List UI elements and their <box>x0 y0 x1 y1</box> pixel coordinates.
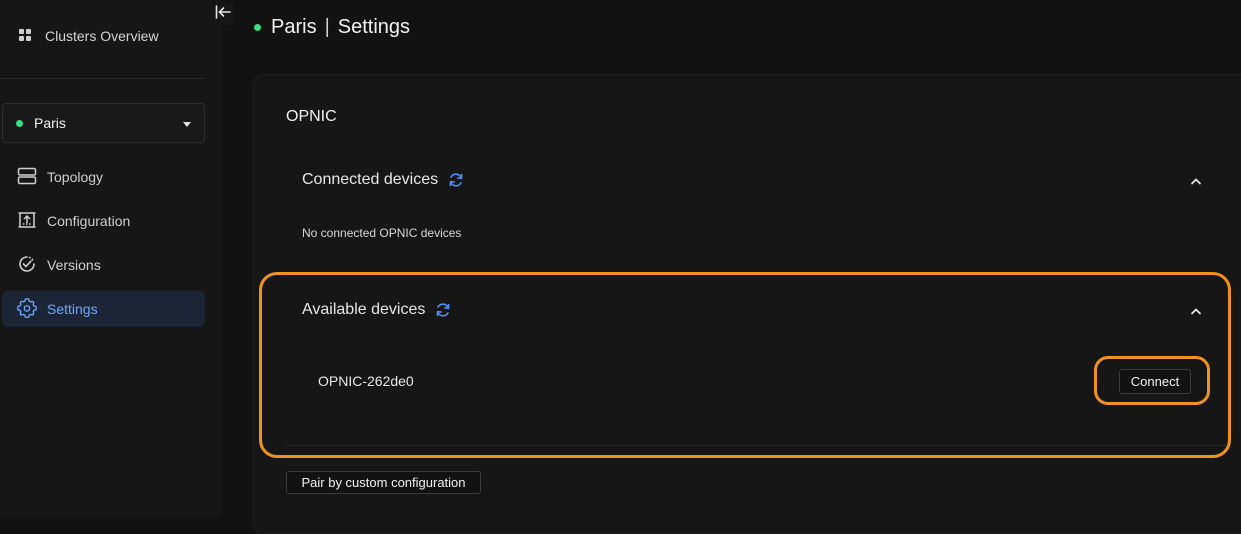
topology-icon <box>17 166 37 189</box>
sidebar-item-configuration[interactable]: Configuration <box>2 203 205 239</box>
available-devices-title: Available devices <box>302 301 425 319</box>
clusters-overview-link[interactable]: Clusters Overview <box>18 24 159 48</box>
caret-down-icon <box>183 122 191 127</box>
main-content: Paris | Settings OPNIC Connected devices… <box>221 0 1241 517</box>
no-connected-devices-text: No connected OPNIC devices <box>302 226 461 240</box>
versions-icon <box>17 254 37 277</box>
connect-button[interactable]: Connect <box>1119 369 1191 394</box>
chevron-up-icon[interactable] <box>1188 303 1204 319</box>
sidebar-item-settings[interactable]: Settings <box>2 291 205 327</box>
sidebar-item-label: Topology <box>47 169 103 185</box>
sidebar-divider <box>0 78 205 79</box>
grid-icon <box>18 28 32 45</box>
cluster-selector-value: Paris <box>34 115 66 131</box>
available-devices-header: Available devices <box>302 298 451 322</box>
refresh-icon[interactable] <box>435 302 451 318</box>
pair-custom-configuration-button[interactable]: Pair by custom configuration <box>286 471 481 494</box>
page-title-separator: | <box>325 16 330 39</box>
cluster-status-dot <box>254 24 261 31</box>
collapse-arrow-icon <box>215 5 231 24</box>
section-title: OPNIC <box>286 108 337 126</box>
connected-devices-title: Connected devices <box>302 171 438 189</box>
gear-icon <box>17 298 37 321</box>
sidebar-item-label: Versions <box>47 257 101 273</box>
collapse-sidebar-button[interactable] <box>210 3 235 25</box>
sidebar: Clusters Overview Paris Topology <box>0 0 221 517</box>
sidebar-item-label: Settings <box>47 301 98 317</box>
connected-devices-header: Connected devices <box>302 168 464 192</box>
chevron-up-icon[interactable] <box>1188 173 1204 189</box>
configuration-icon <box>17 210 37 233</box>
cluster-status-dot <box>16 120 23 127</box>
page-title-page: Settings <box>338 16 410 39</box>
device-name: OPNIC-262de0 <box>318 373 414 389</box>
page-title-cluster: Paris <box>271 16 317 39</box>
sidebar-item-versions[interactable]: Versions <box>2 247 205 283</box>
sidebar-item-label: Configuration <box>47 213 130 229</box>
page-title: Paris | Settings <box>254 14 410 40</box>
sidebar-item-topology[interactable]: Topology <box>2 159 205 195</box>
cluster-selector[interactable]: Paris <box>2 103 205 143</box>
section-divider <box>286 445 1226 446</box>
opnic-card: OPNIC Connected devices No connected OPN… <box>253 74 1241 534</box>
clusters-overview-label: Clusters Overview <box>45 28 159 44</box>
refresh-icon[interactable] <box>448 172 464 188</box>
